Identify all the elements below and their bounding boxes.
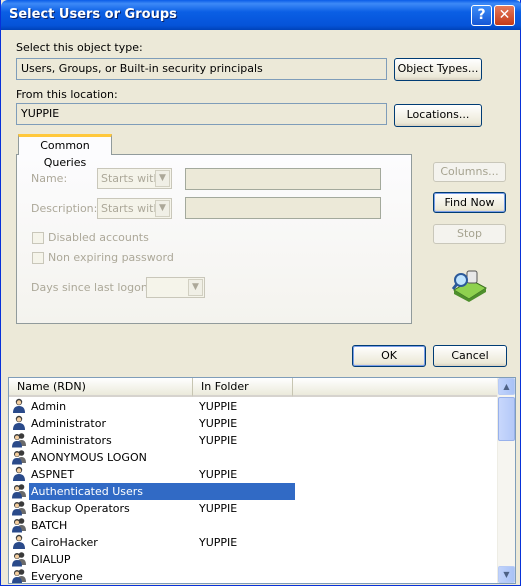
description-mode-value: Starts with (101, 202, 161, 215)
group-icon (12, 500, 26, 516)
table-row[interactable]: ANONYMOUS LOGON (9, 449, 499, 466)
column-header-folder[interactable]: In Folder (193, 378, 293, 397)
row-name: Everyone (31, 570, 83, 583)
group-icon (12, 551, 26, 567)
row-name: Backup Operators (31, 502, 130, 515)
non-expiring-checkbox[interactable] (32, 252, 44, 264)
cancel-button[interactable]: Cancel (433, 345, 507, 367)
row-folder: YUPPIE (199, 417, 238, 430)
row-name: Authenticated Users (29, 483, 295, 500)
scroll-up-button[interactable]: ▲ (498, 378, 515, 395)
object-type-label: Select this object type: (16, 41, 143, 54)
user-icon (12, 415, 26, 431)
group-icon (12, 449, 26, 465)
name-input[interactable] (185, 168, 381, 190)
common-queries-panel: Name: Starts with ▼ Description: Starts … (16, 154, 412, 324)
vertical-scrollbar[interactable]: ▲ ▼ (497, 378, 515, 583)
chevron-down-icon: ▼ (155, 170, 170, 187)
scroll-down-button[interactable]: ▼ (498, 566, 515, 583)
window-title: Select Users or Groups (9, 7, 177, 22)
object-types-button[interactable]: Object Types... (394, 58, 482, 81)
row-name: CairoHacker (31, 536, 98, 549)
table-row[interactable]: Everyone (9, 568, 499, 583)
row-folder: YUPPIE (199, 536, 238, 549)
disabled-accounts-checkbox[interactable] (32, 232, 44, 244)
columns-button[interactable]: Columns... (433, 162, 506, 182)
ok-button[interactable]: OK (352, 345, 426, 367)
user-icon (12, 466, 26, 482)
table-row[interactable]: CairoHacker YUPPIE (9, 534, 499, 551)
row-folder: YUPPIE (199, 468, 238, 481)
scroll-thumb[interactable] (498, 397, 515, 441)
group-icon (12, 568, 26, 583)
table-row[interactable]: BATCH (9, 517, 499, 534)
non-expiring-label: Non expiring password (48, 251, 174, 264)
row-name: Admin (31, 400, 67, 413)
row-name: BATCH (31, 519, 68, 532)
table-row[interactable]: Backup Operators YUPPIE (9, 500, 499, 517)
row-folder: YUPPIE (199, 502, 238, 515)
user-icon (12, 398, 26, 414)
description-input[interactable] (185, 197, 381, 219)
days-since-logon-label: Days since last logon: (31, 281, 152, 294)
title-bar[interactable]: Select Users or Groups ? ✕ (1, 0, 521, 30)
tab-common-queries[interactable]: Common Queries (18, 134, 112, 169)
object-type-field: Users, Groups, or Built-in security prin… (16, 58, 387, 80)
location-field: YUPPIE (16, 103, 387, 125)
close-button[interactable]: ✕ (494, 5, 515, 26)
days-since-logon-select[interactable]: ▼ (146, 277, 205, 298)
search-users-icon (451, 270, 487, 302)
name-mode-value: Starts with (101, 172, 161, 185)
table-row[interactable]: Administrators YUPPIE (9, 432, 499, 449)
group-icon (12, 517, 26, 533)
row-name: Administrator (31, 417, 106, 430)
column-header-name[interactable]: Name (RDN) (9, 378, 193, 397)
description-mode-select[interactable]: Starts with ▼ (97, 198, 172, 219)
group-icon (12, 432, 26, 448)
row-name: DIALUP (31, 553, 71, 566)
chevron-down-icon: ▼ (155, 200, 170, 217)
table-row[interactable]: Admin YUPPIE (9, 398, 499, 415)
locations-button[interactable]: Locations... (394, 104, 482, 127)
row-name: ASPNET (31, 468, 75, 481)
location-label: From this location: (16, 88, 118, 101)
row-name: ANONYMOUS LOGON (31, 451, 147, 464)
chevron-down-icon: ▼ (188, 279, 203, 296)
user-icon (12, 534, 26, 550)
row-name: Administrators (31, 434, 112, 447)
stop-button[interactable]: Stop (433, 224, 506, 244)
find-now-button[interactable]: Find Now (433, 192, 506, 213)
group-icon (12, 483, 26, 499)
description-label: Description: (31, 202, 98, 215)
disabled-accounts-label: Disabled accounts (48, 231, 149, 244)
row-folder: YUPPIE (199, 434, 238, 447)
help-button[interactable]: ? (471, 5, 492, 26)
name-mode-select[interactable]: Starts with ▼ (97, 168, 172, 189)
table-row[interactable]: Authenticated Users (9, 483, 499, 500)
column-header-filler (293, 378, 498, 397)
row-folder: YUPPIE (199, 400, 238, 413)
table-row[interactable]: DIALUP (9, 551, 499, 568)
search-results-list[interactable]: Name (RDN) In Folder Admin YUPPIE Administ… (8, 377, 516, 584)
table-row[interactable]: ASPNET YUPPIE (9, 466, 499, 483)
name-label: Name: (31, 172, 68, 185)
table-row[interactable]: Administrator YUPPIE (9, 415, 499, 432)
select-users-dialog: Select Users or Groups ? ✕ Select this o… (0, 0, 521, 586)
